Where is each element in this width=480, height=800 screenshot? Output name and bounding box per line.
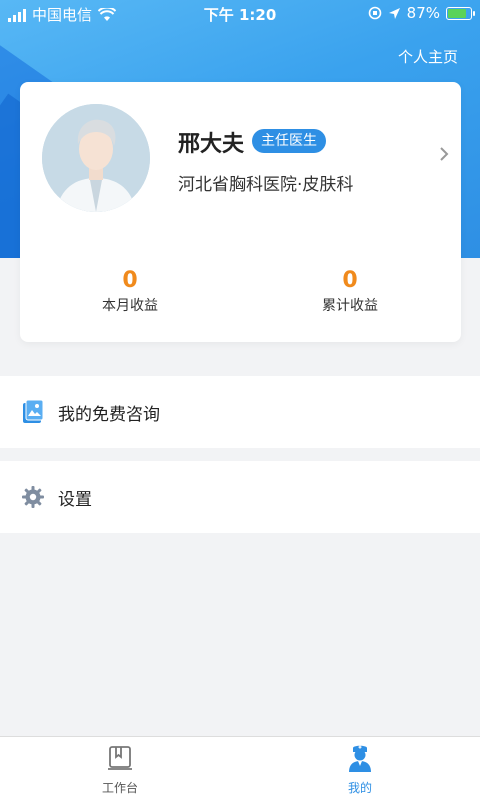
hospital-department: 河北省胸科医院·皮肤科	[178, 175, 354, 195]
total-income-stat[interactable]: 0 累计收益	[290, 268, 410, 315]
doctor-title-badge: 主任医生	[252, 129, 326, 153]
menu-item-settings[interactable]: 设置	[0, 461, 480, 533]
tab-workbench[interactable]: 工作台	[60, 743, 180, 796]
doctor-name: 邢大夫	[178, 132, 245, 157]
bottom-tab-bar: 工作台 我的	[0, 736, 480, 800]
total-income-value: 0	[342, 268, 358, 293]
consult-icon	[20, 399, 46, 425]
orientation-lock-icon	[368, 6, 381, 20]
doctor-avatar	[42, 104, 150, 212]
monthly-income-value: 0	[122, 268, 138, 293]
doctor-icon	[349, 745, 371, 772]
status-bar: 中国电信 下午 1:20 87%	[0, 0, 480, 28]
workbench-icon	[108, 746, 132, 770]
location-icon	[388, 7, 400, 19]
menu-item-label: 我的免费咨询	[58, 404, 160, 425]
personal-homepage-link[interactable]: 个人主页	[398, 46, 458, 67]
my-profile-screen: 中国电信 下午 1:20 87% 个人主页 邢大夫 主任医生 河北省胸科医院·皮…	[0, 0, 480, 800]
battery-charging-icon	[446, 6, 475, 20]
total-income-label: 累计收益	[322, 298, 378, 314]
tab-label: 我的	[347, 781, 372, 795]
monthly-income-stat[interactable]: 0 本月收益	[70, 268, 190, 315]
chevron-right-icon[interactable]	[439, 146, 449, 162]
tab-mine[interactable]: 我的	[300, 743, 420, 796]
profile-card[interactable]: 邢大夫 主任医生 河北省胸科医院·皮肤科 0 本月收益 0 累计收益	[20, 82, 461, 342]
battery-percent: 87%	[406, 4, 440, 22]
menu-item-label: 设置	[58, 489, 92, 510]
menu-item-free-consult[interactable]: 我的免费咨询	[0, 376, 480, 448]
monthly-income-label: 本月收益	[102, 298, 158, 314]
gear-icon	[20, 484, 46, 510]
tab-label: 工作台	[101, 781, 138, 795]
